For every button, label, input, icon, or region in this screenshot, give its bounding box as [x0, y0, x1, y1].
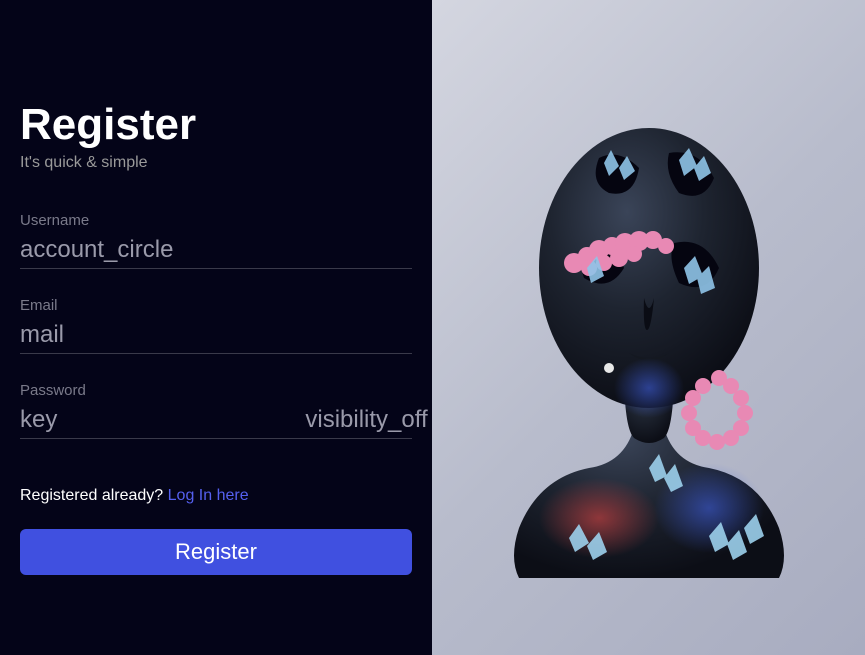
email-label: Email [20, 297, 412, 314]
register-button[interactable]: Register [20, 529, 412, 575]
password-field-group: Password key visibility_off [20, 382, 412, 439]
login-prompt-text: Registered already? [20, 487, 168, 504]
hero-head-illustration [459, 68, 839, 588]
visibility-off-icon[interactable]: visibility_off [305, 406, 427, 434]
email-input-row: mail [20, 320, 412, 354]
register-form-panel: Register It's quick & simple Username ac… [0, 0, 432, 655]
hero-image-panel [432, 0, 865, 655]
page-title: Register [20, 100, 412, 150]
email-field-group: Email mail [20, 297, 412, 354]
password-label: Password [20, 382, 412, 399]
username-label: Username [20, 212, 412, 229]
password-input-row: key visibility_off [20, 405, 412, 439]
key-icon: key [20, 406, 57, 434]
login-link[interactable]: Log In here [168, 487, 249, 504]
username-field-group: Username account_circle [20, 212, 412, 269]
login-prompt: Registered already? Log In here [20, 487, 412, 505]
password-input[interactable] [57, 405, 305, 434]
email-input[interactable] [64, 320, 412, 349]
mail-icon: mail [20, 321, 64, 349]
account-circle-icon: account_circle [20, 236, 173, 264]
username-input[interactable] [173, 235, 421, 264]
page-subtitle: It's quick & simple [20, 154, 412, 172]
username-input-row: account_circle [20, 235, 412, 269]
